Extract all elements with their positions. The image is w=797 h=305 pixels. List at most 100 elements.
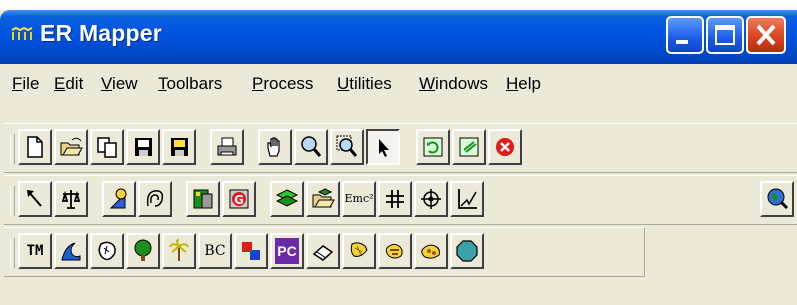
eraser-icon (312, 245, 334, 261)
globe-search-icon (767, 188, 789, 210)
toolbar-gripper[interactable] (10, 238, 15, 268)
refresh-all-button[interactable] (452, 129, 486, 165)
save-button[interactable] (126, 129, 160, 165)
grid-button[interactable] (378, 181, 412, 217)
open-layers-icon (312, 188, 335, 208)
save-as-icon (171, 138, 188, 156)
print-icon (217, 137, 237, 156)
octagon-button[interactable] (450, 233, 484, 269)
formula-button[interactable]: Emc² (342, 181, 376, 217)
layers-button[interactable] (186, 181, 220, 217)
contour-button[interactable] (138, 181, 172, 217)
octagon-icon (456, 240, 478, 262)
gradient-shape-3-icon (421, 244, 440, 259)
tm-button[interactable]: TM (18, 233, 52, 269)
refresh-icon (423, 137, 443, 157)
zoom-button[interactable] (294, 129, 328, 165)
minimize-icon (676, 40, 688, 44)
imagery-toolbar: TM BC PC (4, 227, 645, 277)
histogram-button[interactable] (450, 181, 484, 217)
close-button[interactable] (746, 16, 786, 54)
scale-icon (61, 190, 81, 209)
gradient-shape-2-button[interactable] (378, 233, 412, 269)
zoom-box-icon (336, 135, 358, 157)
hand-pan-icon (267, 137, 280, 157)
gamma-icon: G (229, 189, 249, 209)
squares-button[interactable] (234, 233, 268, 269)
refresh-button[interactable] (416, 129, 450, 165)
scale-button[interactable] (54, 181, 88, 217)
close-icon (756, 24, 776, 46)
line-pointer-button[interactable] (18, 181, 52, 217)
title-bar[interactable]: ER Mapper (0, 10, 797, 64)
new-button[interactable] (18, 129, 52, 165)
shape-icon (109, 188, 127, 209)
line-pointer-icon (27, 190, 42, 207)
er-mapper-window: ER Mapper File Edit View Toolbars Proces… (0, 10, 797, 305)
tools-toolbar: G Emc² (4, 175, 797, 225)
copy-button[interactable] (90, 129, 124, 165)
wave-icon (61, 242, 81, 261)
toolbar-gripper[interactable] (10, 134, 15, 164)
menu-process[interactable]: Process (252, 74, 313, 94)
menu-help[interactable]: Help (506, 74, 541, 94)
histogram-icon (458, 189, 477, 209)
stop-icon (496, 138, 514, 156)
palm-button[interactable] (162, 233, 196, 269)
open-folder-icon (60, 137, 83, 156)
toolbar-gripper[interactable] (10, 186, 15, 216)
menu-utilities[interactable]: Utilities (337, 74, 392, 94)
new-file-icon (27, 136, 43, 158)
maximize-button[interactable] (706, 16, 744, 54)
open-button[interactable] (54, 129, 88, 165)
gradient-shape-icon (350, 242, 368, 257)
tree-button[interactable] (126, 233, 160, 269)
copy-icon (97, 137, 117, 158)
save-as-button[interactable] (162, 129, 196, 165)
blob-icon (98, 241, 116, 261)
window-title: ER Mapper (40, 20, 162, 46)
pointer-button[interactable] (366, 129, 400, 165)
stop-button[interactable] (488, 129, 522, 165)
shape-button[interactable] (102, 181, 136, 217)
tm-icon: TM (26, 243, 44, 259)
target-button[interactable] (414, 181, 448, 217)
contour-icon (146, 190, 164, 207)
gradient-shape-3-button[interactable] (414, 233, 448, 269)
zoom-icon (301, 136, 322, 157)
minimize-button[interactable] (666, 16, 704, 54)
bc-button[interactable]: BC (198, 233, 232, 269)
palm-icon (169, 239, 189, 261)
algorithm-icon (275, 189, 299, 207)
er-mapper-logo-icon (11, 26, 33, 40)
pan-button[interactable] (258, 129, 292, 165)
standard-toolbar (4, 123, 797, 173)
pc-button[interactable]: PC (270, 233, 304, 269)
layers-icon (193, 189, 213, 209)
tree-icon (134, 239, 152, 261)
blob-button[interactable] (90, 233, 124, 269)
menu-toolbars[interactable]: Toolbars (158, 74, 222, 94)
formula-icon: Emc² (344, 192, 374, 205)
svg-text:G: G (234, 193, 244, 207)
gradient-shape-button[interactable] (342, 233, 376, 269)
print-button[interactable] (210, 129, 244, 165)
globe-search-button[interactable] (760, 181, 794, 217)
menu-file[interactable]: File (12, 74, 39, 94)
target-icon (421, 189, 441, 209)
wave-button[interactable] (54, 233, 88, 269)
pc-icon: PC (275, 238, 299, 264)
bc-icon: BC (204, 243, 226, 259)
maximize-icon (715, 25, 735, 45)
gamma-button[interactable]: G (222, 181, 256, 217)
algorithm-button[interactable] (270, 181, 304, 217)
menu-bar: File Edit View Toolbars Process Utilitie… (0, 64, 797, 102)
open-layers-button[interactable] (306, 181, 340, 217)
menu-windows[interactable]: Windows (419, 74, 488, 94)
menu-view[interactable]: View (101, 74, 138, 94)
refresh-all-icon (459, 137, 479, 157)
eraser-button[interactable] (306, 233, 340, 269)
menu-edit[interactable]: Edit (54, 74, 83, 94)
zoom-box-button[interactable] (330, 129, 364, 165)
squares-icon (242, 242, 260, 260)
